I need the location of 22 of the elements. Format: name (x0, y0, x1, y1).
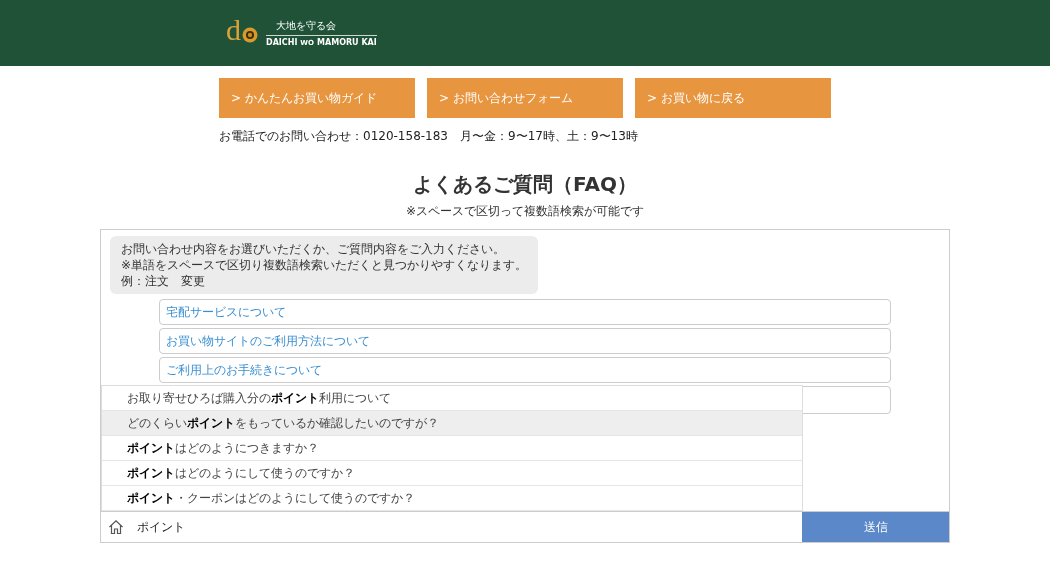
phone-info: お電話でのお問い合わせ：0120-158-183 月〜金：9〜17時、土：9〜13時 (219, 128, 639, 145)
suggestion-item[interactable]: ポイント・クーポンはどのようにして使うのですか？ (102, 486, 802, 511)
category-item[interactable]: 宅配サービスについて (159, 299, 891, 325)
logo-name: 大地を守る会 (276, 19, 336, 33)
suggestion-item[interactable]: ポイントはどのようにつきますか？ (102, 436, 802, 461)
send-button[interactable]: 送信 (802, 512, 949, 542)
message-text: ※単語をスペースで区切り複数語検索いただくと見つかりやすくなります。 (121, 257, 528, 273)
home-icon (108, 519, 124, 535)
nav-button[interactable]: > お買い物に戻る (635, 78, 831, 118)
suggestion-item[interactable]: ポイントはどのようにして使うのですか？ (102, 461, 802, 486)
logo-roman: MAMORU KAI (317, 38, 377, 47)
message-text: お問い合わせ内容をお選びいただくか、ご質問内容をご入力ください。 (121, 241, 506, 257)
page-title: よくあるご質問（FAQ） (412, 171, 638, 197)
logo-roman: DAICHI (266, 38, 298, 47)
suggestion-item[interactable]: どのくらいポイントをもっているか確認したいのですが？ (102, 411, 802, 436)
search-note: ※スペースで区切って複数語検索が可能です (404, 203, 646, 220)
message-text: 例：注文 変更 (121, 273, 206, 289)
category-item[interactable]: お買い物サイトのご利用方法について (159, 328, 891, 354)
nav-button[interactable]: > お問い合わせフォーム (427, 78, 623, 118)
nav-button[interactable]: > かんたんお買い物ガイド (219, 78, 415, 118)
category-item[interactable]: ご利用上のお手続きについて (159, 357, 891, 383)
logo-letter: d (226, 15, 241, 45)
